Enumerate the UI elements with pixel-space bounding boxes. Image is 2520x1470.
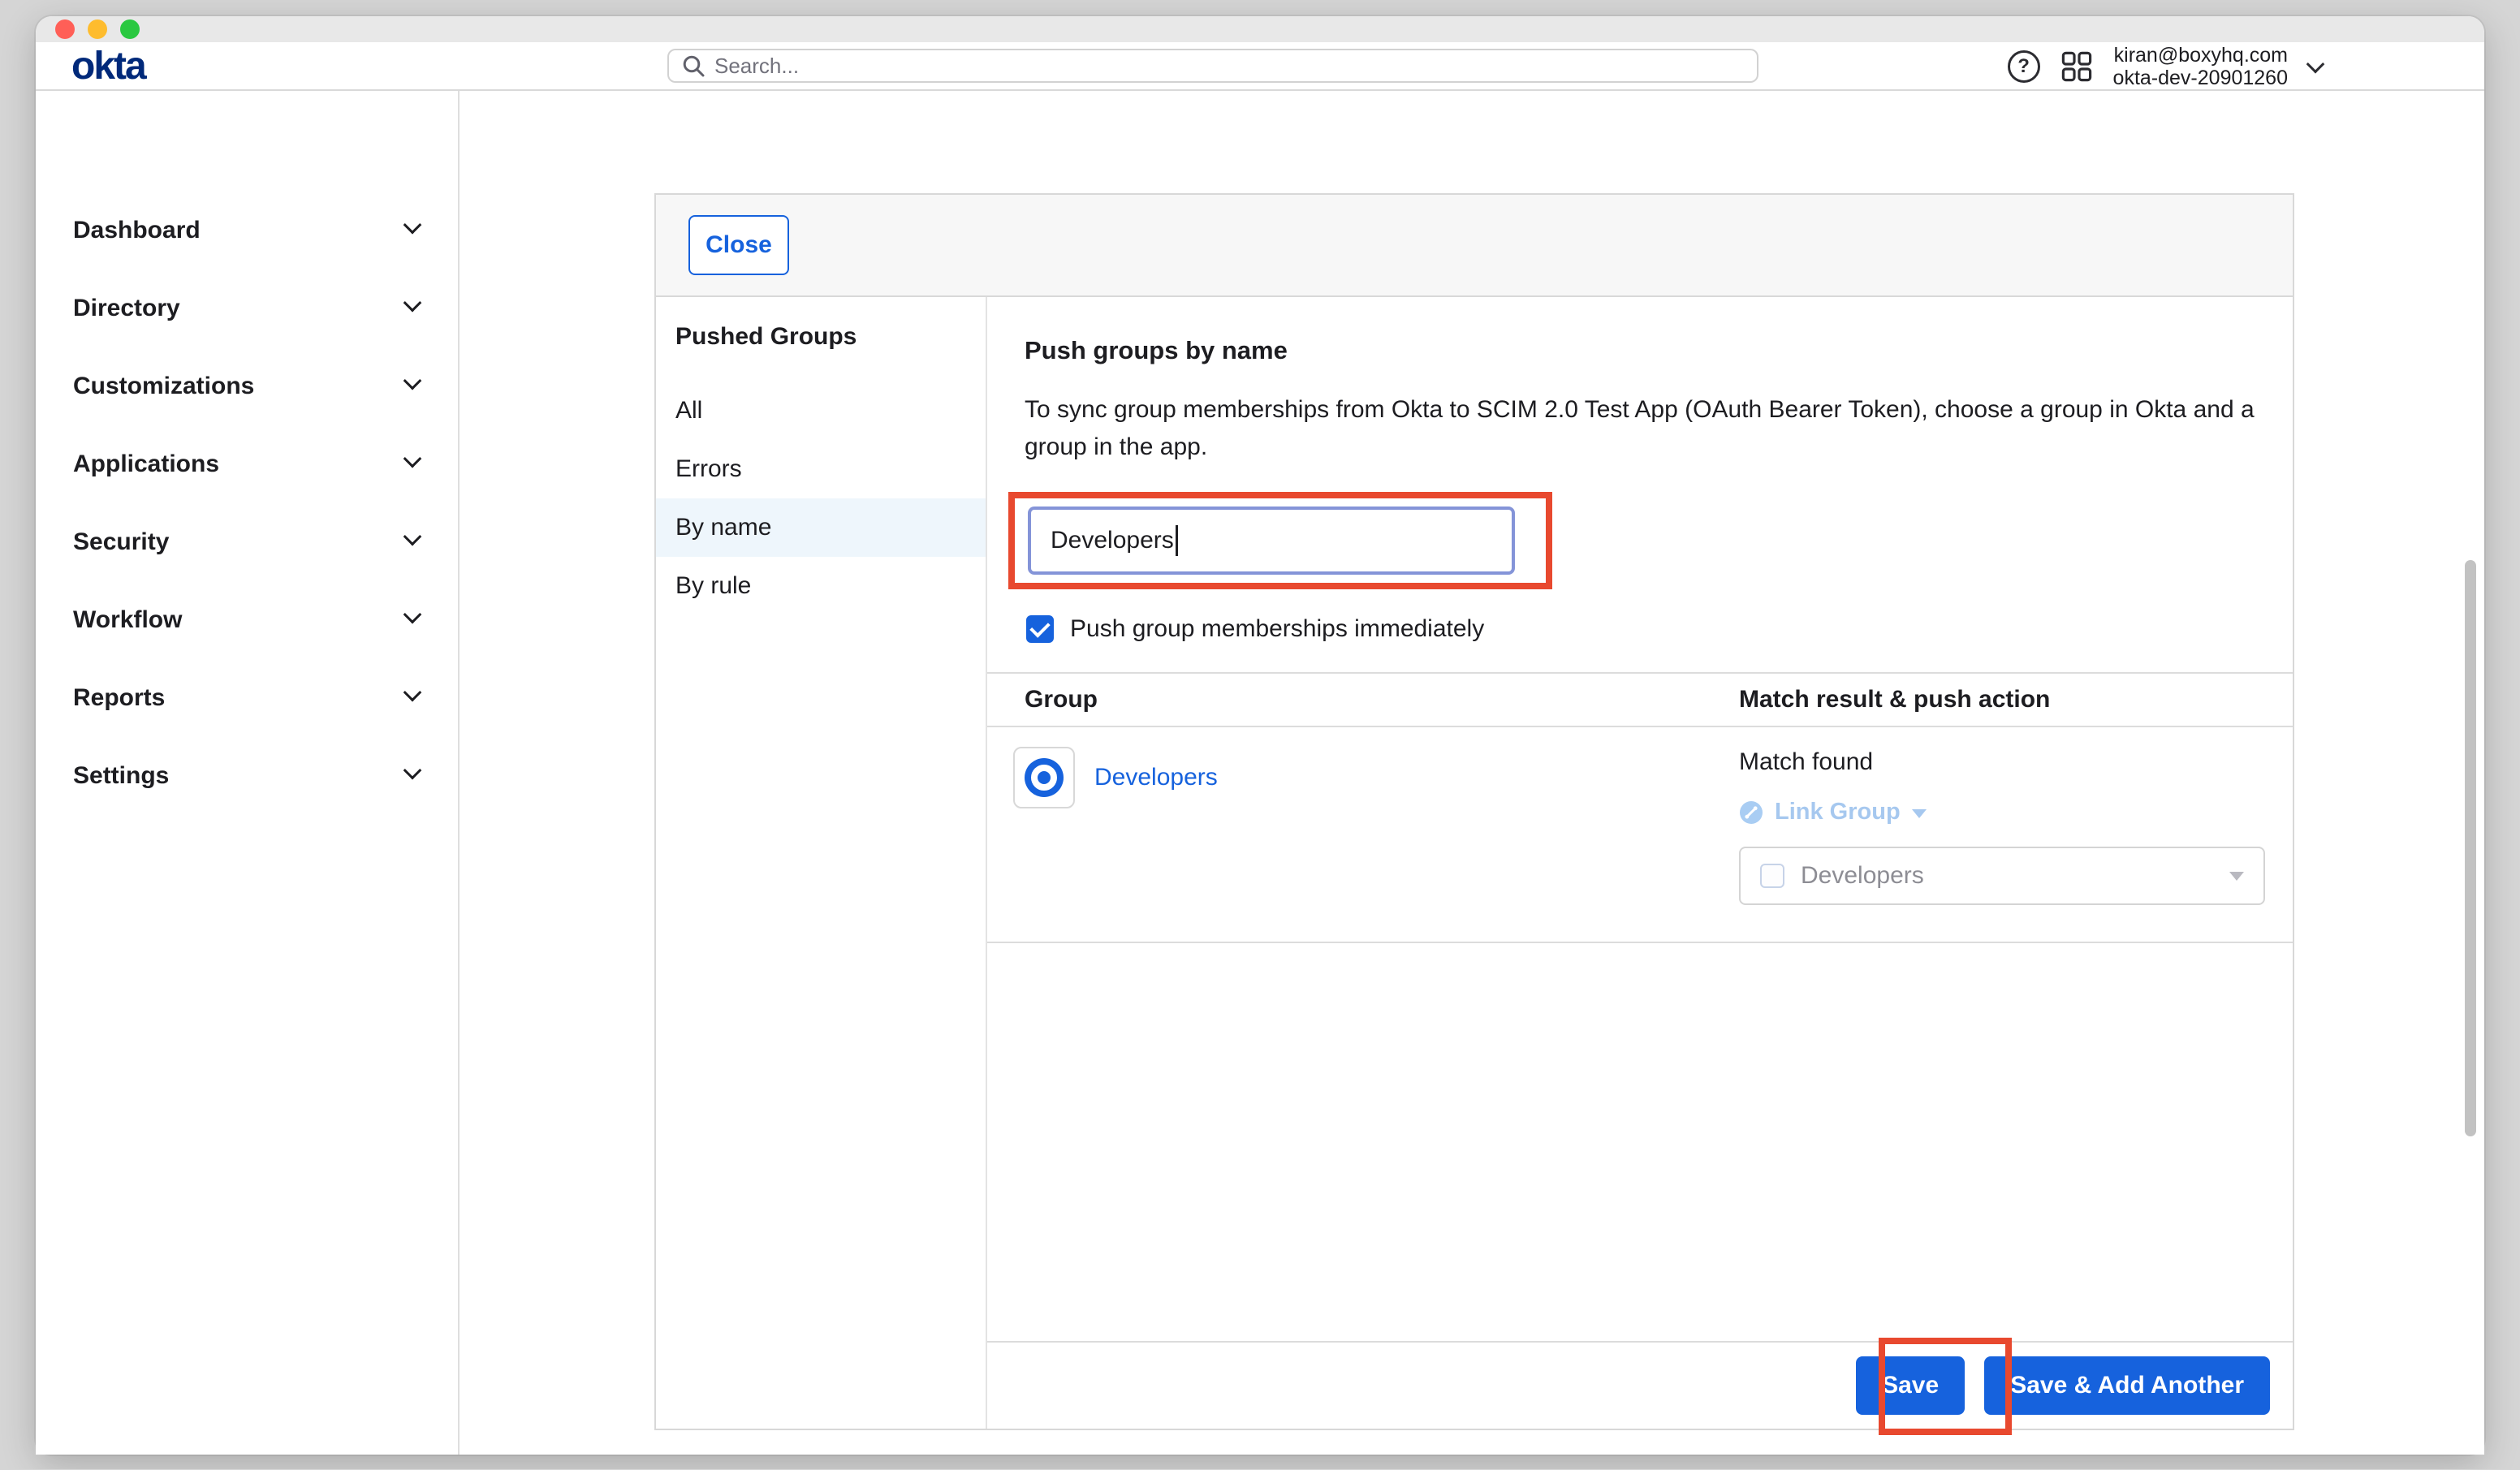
chevron-down-icon [403,528,422,546]
panel-footer: Save Save & Add Another [987,1341,2293,1429]
chevron-down-icon [403,294,422,313]
match-cell: Match found [1739,727,2293,942]
vertical-scrollbar[interactable] [2465,560,2476,1136]
traffic-light-zoom-icon[interactable] [120,19,140,39]
subnav-item-by-name[interactable]: By name [656,498,986,557]
sidebar-item-security[interactable]: Security [36,503,458,581]
match-table: Group Match result & push action Develop… [987,672,2293,943]
apps-grid-icon[interactable] [2061,51,2092,82]
link-group-dropdown[interactable]: Link Group [1739,799,2293,826]
chevron-down-icon [2306,55,2325,74]
link-group-label: Link Group [1775,799,1901,826]
save-add-another-button[interactable]: Save & Add Another [1984,1356,2270,1415]
desktop-background: okta ? kiran@boxyhq.com okta- [0,0,2520,1469]
sidebar-item-applications[interactable]: Applications [36,425,458,503]
okta-group-icon [1025,758,1064,797]
group-avatar [1013,747,1075,808]
sidebar-item-directory[interactable]: Directory [36,269,458,347]
table-row: Developers Match found [987,727,2293,943]
group-search-input[interactable]: Developers [1028,507,1515,575]
linked-group-select[interactable]: Developers [1739,847,2265,905]
push-immediately-label: Push group memberships immediately [1070,615,1484,643]
annotation-input-highlight: Developers [1008,492,1552,589]
sidebar-item-dashboard[interactable]: Dashboard [36,192,458,269]
traffic-light-minimize-icon[interactable] [88,19,107,39]
help-icon[interactable]: ? [2008,50,2040,83]
table-header-row: Group Match result & push action [987,674,2293,727]
column-header-group: Group [987,686,1739,713]
traffic-light-close-icon[interactable] [55,19,75,39]
sidebar-item-settings[interactable]: Settings [36,737,458,815]
chevron-down-icon [403,216,422,235]
push-immediately-checkbox[interactable] [1026,615,1054,643]
sidebar-item-reports[interactable]: Reports [36,659,458,737]
global-search[interactable] [667,49,1758,83]
window-titlebar [36,16,2484,42]
subnav-title: Pushed Groups [656,323,986,356]
push-by-name-panel: Push groups by name To sync group member… [987,297,2293,1429]
group-cell: Developers [987,727,1739,808]
app-body: Dashboard Directory Customizations Appli… [36,91,2484,1455]
caret-down-icon [1912,809,1927,818]
subnav-item-errors[interactable]: Errors [656,440,986,498]
save-button[interactable]: Save [1856,1356,1965,1415]
header-right-cluster: ? kiran@boxyhq.com okta-dev-20901260 [2008,42,2322,91]
pushed-groups-subnav: Pushed Groups All Errors By name By rule [656,297,987,1429]
search-icon [682,54,705,77]
chevron-down-icon [403,683,422,702]
search-input[interactable] [714,54,1744,79]
chevron-down-icon [403,761,422,780]
okta-logo[interactable]: okta [71,44,145,88]
linked-group-value: Developers [1801,862,1924,890]
account-menu[interactable]: kiran@boxyhq.com okta-dev-20901260 [2113,44,2288,89]
subnav-item-all[interactable]: All [656,382,986,440]
column-header-match: Match result & push action [1739,686,2050,713]
chevron-down-icon [403,450,422,468]
sidebar-item-customizations[interactable]: Customizations [36,347,458,425]
main-content: Close Pushed Groups All Errors By name B… [460,91,2484,1455]
group-search-value: Developers [1051,527,1174,554]
match-status-text: Match found [1739,748,2293,776]
sidebar-item-workflow[interactable]: Workflow [36,581,458,659]
account-email: kiran@boxyhq.com [2113,44,2288,67]
account-org: okta-dev-20901260 [2113,67,2288,89]
app-header: okta ? kiran@boxyhq.com okta- [36,42,2484,91]
app-window: okta ? kiran@boxyhq.com okta- [36,16,2484,1455]
close-button[interactable]: Close [688,215,789,275]
panel-topbar: Close [656,195,2293,297]
text-cursor [1176,525,1178,556]
caret-down-icon [2229,872,2244,881]
subnav-item-by-rule[interactable]: By rule [656,557,986,615]
panel-description: To sync group memberships from Okta to S… [1025,391,2255,466]
push-immediately-row: Push group memberships immediately [1025,615,2293,643]
sidebar-nav: Dashboard Directory Customizations Appli… [36,91,460,1455]
group-placeholder-icon [1760,864,1784,888]
link-icon [1739,800,1763,825]
pushed-groups-panel: Close Pushed Groups All Errors By name B… [654,193,2294,1430]
group-name-link[interactable]: Developers [1094,764,1218,791]
chevron-down-icon [403,372,422,390]
chevron-down-icon [403,606,422,624]
page-title: Push groups by name [1025,336,2293,365]
